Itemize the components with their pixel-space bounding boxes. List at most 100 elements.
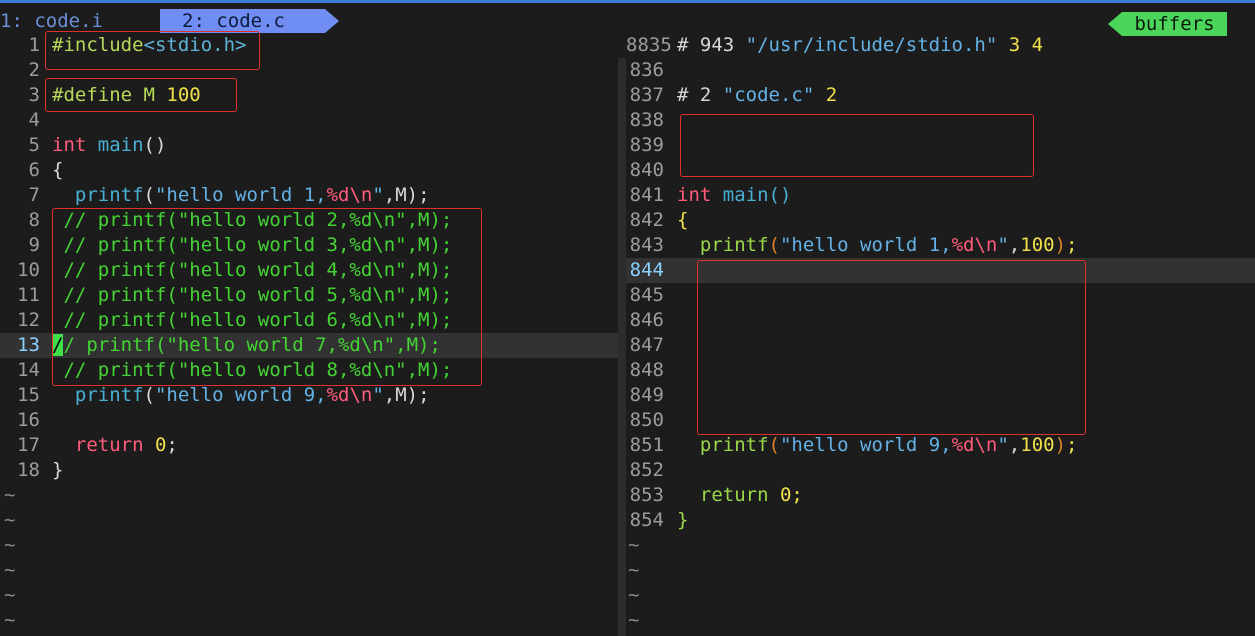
- left-code-line[interactable]: 7 printf("hello world 1,%d\n",M);: [0, 183, 618, 208]
- code-token: ": [997, 434, 1009, 456]
- code-text[interactable]: #include<stdio.h>: [52, 33, 246, 58]
- left-code-line[interactable]: 13 // printf("hello world 7,%d\n",M);: [0, 333, 618, 358]
- code-token: // printf("hello world 5,%d\n",M);: [52, 284, 453, 306]
- code-token: 100: [166, 84, 201, 106]
- tab-code-c[interactable]: 2: code.c: [160, 9, 325, 33]
- right-code-line[interactable]: 836: [626, 58, 1255, 83]
- right-code-line[interactable]: 841 int main(): [626, 183, 1255, 208]
- code-token: "hello world 9,: [779, 434, 952, 456]
- right-code-line[interactable]: 852: [626, 458, 1255, 483]
- tilde-marker: ~: [4, 534, 16, 556]
- code-token: ): [1054, 234, 1067, 256]
- left-empty-line-tilde: ~: [0, 533, 618, 558]
- tab-code-i[interactable]: 1: code.i: [0, 9, 160, 33]
- code-token: 2: [814, 84, 838, 106]
- code-text[interactable]: }: [677, 508, 688, 533]
- code-token: // printf("hello world 6,%d\n",M);: [52, 309, 453, 331]
- left-code-line[interactable]: 1 #include<stdio.h>: [0, 33, 618, 58]
- code-token: #include: [52, 34, 144, 56]
- code-text[interactable]: }: [52, 458, 63, 483]
- code-text[interactable]: #define M 100: [52, 83, 201, 108]
- left-empty-line-tilde: ~: [0, 608, 618, 633]
- line-number: 8: [28, 209, 40, 231]
- code-text[interactable]: printf("hello world 1,%d\n",M);: [52, 183, 430, 208]
- line-number: 1: [28, 34, 40, 56]
- left-editor-pane[interactable]: 1 #include<stdio.h> 2 3 #define M 100 4 5 int m…: [0, 33, 618, 636]
- left-code-line[interactable]: 6{: [0, 158, 618, 183]
- right-code-line[interactable]: 846: [626, 308, 1255, 333]
- vertical-split-separator[interactable]: [618, 58, 626, 636]
- code-text[interactable]: // printf("hello world 8,%d\n",M);: [52, 358, 452, 383]
- tilde-marker: ~: [4, 559, 16, 581]
- right-code-line[interactable]: 8835 # 943 "/usr/include/stdio.h" 3 4: [626, 33, 1255, 58]
- code-text[interactable]: # 943 "/usr/include/stdio.h" 3 4: [677, 33, 1043, 58]
- right-code-line[interactable]: 839: [626, 133, 1255, 158]
- code-text[interactable]: // printf("hello world 5,%d\n",M);: [52, 283, 452, 308]
- code-text[interactable]: printf("hello world 9,%d\n",M);: [52, 383, 430, 408]
- right-code-line[interactable]: 849: [626, 383, 1255, 408]
- right-code-line[interactable]: 854}: [626, 508, 1255, 533]
- right-editor-pane[interactable]: 8835 # 943 "/usr/include/stdio.h" 3 4 836 8…: [626, 33, 1255, 636]
- left-code-line[interactable]: 15 printf("hello world 9,%d\n",M);: [0, 383, 618, 408]
- code-text[interactable]: int main(): [677, 183, 791, 208]
- code-token: // printf("hello world 3,%d\n",M);: [52, 234, 453, 256]
- code-token: main: [97, 134, 144, 156]
- left-code-line[interactable]: 5 int main(): [0, 133, 618, 158]
- right-code-line[interactable]: 842 {: [626, 208, 1255, 233]
- right-code-line[interactable]: 853 return 0;: [626, 483, 1255, 508]
- right-code-line[interactable]: 848: [626, 358, 1255, 383]
- code-text[interactable]: return 0;: [52, 433, 178, 458]
- right-code-line[interactable]: 850: [626, 408, 1255, 433]
- left-code-line[interactable]: 17 return 0;: [0, 433, 618, 458]
- right-code-line[interactable]: 847: [626, 333, 1255, 358]
- right-code-line[interactable]: 844: [626, 258, 1255, 283]
- code-text[interactable]: # 2 "code.c" 2: [677, 83, 837, 108]
- left-code-line[interactable]: 9 // printf("hello world 3,%d\n",M);: [0, 233, 618, 258]
- line-number: 836: [629, 59, 664, 81]
- line-number: 18: [17, 459, 40, 481]
- right-code-line[interactable]: 843 printf("hello world 1,%d\n",100);: [626, 233, 1255, 258]
- left-code-line[interactable]: 11 // printf("hello world 5,%d\n",M);: [0, 283, 618, 308]
- line-number: 852: [629, 459, 664, 481]
- code-token: int: [52, 134, 98, 156]
- code-text[interactable]: return 0;: [677, 483, 803, 508]
- left-empty-line-tilde: ~: [0, 558, 618, 583]
- line-number: 2: [28, 59, 40, 81]
- left-code-line[interactable]: 2: [0, 58, 618, 83]
- code-token: "hello world 9,: [154, 384, 327, 406]
- code-token: (: [768, 234, 780, 256]
- code-token: ": [997, 234, 1009, 256]
- left-code-line[interactable]: 18}: [0, 458, 618, 483]
- left-code-line[interactable]: 14 // printf("hello world 8,%d\n",M);: [0, 358, 618, 383]
- code-token: ;: [166, 434, 178, 456]
- left-code-line[interactable]: 8 // printf("hello world 2,%d\n",M);: [0, 208, 618, 233]
- code-text[interactable]: printf("hello world 1,%d\n",100);: [677, 233, 1078, 258]
- code-text[interactable]: {: [677, 208, 688, 233]
- right-code-line[interactable]: 851 printf("hello world 9,%d\n",100);: [626, 433, 1255, 458]
- left-code-line[interactable]: 10 // printf("hello world 4,%d\n",M);: [0, 258, 618, 283]
- code-token: return: [74, 434, 155, 456]
- code-text[interactable]: // printf("hello world 6,%d\n",M);: [52, 308, 452, 333]
- code-text[interactable]: printf("hello world 9,%d\n",100);: [677, 433, 1078, 458]
- code-text[interactable]: // printf("hello world 4,%d\n",M);: [52, 258, 452, 283]
- code-token: "hello world 1,: [779, 234, 952, 256]
- right-code-line[interactable]: 837 # 2 "code.c" 2: [626, 83, 1255, 108]
- code-text[interactable]: // printf("hello world 7,%d\n",M);: [52, 333, 441, 358]
- tilde-marker: ~: [4, 509, 16, 531]
- right-code-line[interactable]: 840: [626, 158, 1255, 183]
- left-code-line[interactable]: 3 #define M 100: [0, 83, 618, 108]
- left-code-line[interactable]: 12 // printf("hello world 6,%d\n",M);: [0, 308, 618, 333]
- code-token: #define M: [52, 84, 167, 106]
- code-text[interactable]: int main(): [52, 133, 166, 158]
- left-code-line[interactable]: 16: [0, 408, 618, 433]
- code-text[interactable]: // printf("hello world 2,%d\n",M);: [52, 208, 452, 233]
- code-token: ,M);: [383, 184, 430, 206]
- code-text[interactable]: // printf("hello world 3,%d\n",M);: [52, 233, 452, 258]
- right-code-line[interactable]: 845: [626, 283, 1255, 308]
- code-text[interactable]: {: [52, 158, 63, 183]
- code-token: (): [143, 134, 167, 156]
- left-code-line[interactable]: 4: [0, 108, 618, 133]
- right-code-line[interactable]: 838: [626, 108, 1255, 133]
